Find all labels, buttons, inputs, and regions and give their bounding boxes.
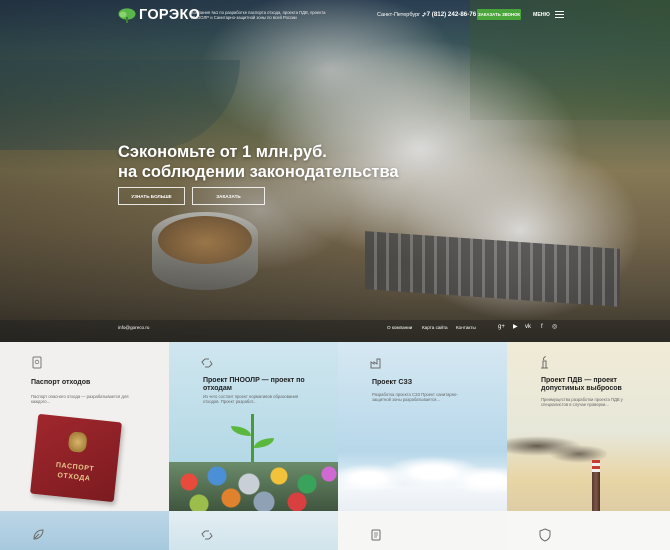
passport-image: ПАСПОРТ ОТХОДА [30, 413, 122, 503]
service-card-row2-3[interactable] [338, 511, 507, 550]
logo[interactable]: ГОРЭКО [118, 7, 200, 23]
chimney-bands [592, 460, 600, 472]
order-call-button[interactable]: ЗАКАЗАТЬ ЗВОНОК [477, 9, 521, 20]
order-button[interactable]: ЗАКАЗАТЬ [192, 187, 265, 205]
factory-icon [370, 358, 381, 369]
document-icon [371, 529, 381, 541]
shield-icon [539, 528, 551, 542]
service-card-szz[interactable]: Проект СЗЗ Разработка проекта СЗЗ Проект… [338, 342, 507, 511]
service-card-row2-4[interactable] [507, 511, 670, 550]
nav-link-contacts[interactable]: Контакты [456, 325, 476, 330]
card-title: Проект СЗЗ [372, 379, 413, 386]
clouds-image [338, 452, 507, 511]
hero-title-line1: Сэкономьте от 1 млн.руб. [118, 143, 327, 161]
card-title: Проект ПДВ — проект допустимых выбросов [541, 377, 622, 392]
leaf-icon [231, 426, 251, 436]
email-link[interactable]: info@gorecо.ru [118, 325, 149, 330]
card-title: Проект ПНООЛР — проект по отходам [203, 377, 305, 392]
smoke-image [507, 430, 607, 464]
google-plus-icon[interactable]: g+ [498, 323, 505, 331]
service-card-row2-2[interactable] [169, 511, 338, 550]
header-phone[interactable]: +7 (812) 242-86-76 [423, 11, 476, 18]
hamburger-icon [554, 11, 564, 18]
menu-button[interactable]: МЕНЮ [533, 11, 564, 18]
hero-title-line2: на соблюдении законодательства [118, 163, 399, 181]
recycle-icon [201, 530, 213, 540]
service-card-row2-1[interactable] [0, 511, 169, 550]
youtube-icon[interactable]: ▶ [513, 323, 518, 331]
site-header: ГОРЭКО Компания №1 по разработке паспорт… [0, 0, 670, 30]
service-card-pnoolr[interactable]: Проект ПНООЛР — проект по отходам Из чег… [169, 342, 338, 511]
card-description: Разработка проекта СЗЗ Проект санитарно-… [372, 392, 458, 403]
document-icon [32, 356, 42, 369]
chimney-icon [541, 356, 548, 369]
learn-more-button[interactable]: УЗНАТЬ БОЛЬШЕ [118, 187, 185, 205]
header-tagline: Компания №1 по разработке паспорта отход… [191, 10, 326, 21]
hero-bottom-bar [0, 320, 670, 342]
recycling-pile-image [169, 462, 338, 511]
leaf-icon [254, 438, 274, 448]
card-description: Преимущества разработки проекта ПДВ у сп… [541, 397, 623, 408]
service-card-waste-passport[interactable]: Паспорт отходов Паспорт опасного отхода … [0, 342, 169, 511]
recycle-icon [201, 358, 213, 368]
card-title: Паспорт отходов [31, 379, 91, 386]
leaf-icon [33, 529, 44, 540]
nav-link-about[interactable]: О компании [387, 325, 412, 330]
city-selector[interactable]: Санкт-Петербург ▾ [377, 12, 424, 18]
instagram-icon[interactable]: ◎ [552, 323, 557, 331]
service-card-pdv[interactable]: Проект ПДВ — проект допустимых выбросов … [507, 342, 670, 511]
facebook-icon[interactable]: f [541, 323, 543, 331]
sprout-image [251, 414, 254, 468]
card-description: Из чего состоит проект нормативов образо… [203, 394, 299, 405]
vk-icon[interactable]: vk [525, 323, 531, 331]
card-description: Паспорт опасного отхода — разрабатываетс… [31, 394, 129, 405]
emblem-icon [67, 431, 88, 453]
tree-logo-icon [118, 7, 136, 23]
menu-label: МЕНЮ [533, 11, 550, 18]
hero-title: Сэкономьте от 1 млн.руб. на соблюдении з… [118, 142, 399, 182]
city-label: Санкт-Петербург [377, 12, 421, 18]
nav-link-sitemap[interactable]: Карта сайта [422, 325, 448, 330]
